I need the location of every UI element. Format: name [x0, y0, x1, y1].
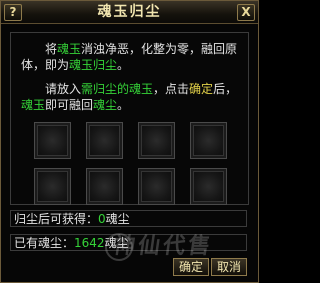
item-slot[interactable] — [34, 122, 71, 159]
close-button[interactable]: X — [237, 4, 255, 21]
desc-highlight: 确定 — [189, 82, 214, 96]
window-title: 魂玉归尘 — [97, 4, 162, 20]
item-slot[interactable] — [138, 168, 175, 205]
owned-label: 已有魂尘： — [14, 236, 75, 250]
cancel-button[interactable]: 取消 — [211, 258, 247, 276]
desc-highlight: 需归尘的魂玉 — [81, 82, 154, 96]
item-slot[interactable] — [34, 168, 71, 205]
obtain-value: 0 — [98, 212, 106, 226]
owned-value: 1642 — [74, 236, 105, 250]
item-slot[interactable] — [138, 122, 175, 159]
desc-text: 。 — [117, 98, 130, 112]
item-slot[interactable] — [190, 168, 227, 205]
desc-text: 请放入 — [45, 82, 82, 96]
title-bar: ? 魂玉归尘 X — [1, 1, 258, 24]
confirm-button[interactable]: 确定 — [173, 258, 209, 276]
obtain-row: 归尘后可获得：0魂尘 — [10, 210, 247, 227]
desc-highlight: 魂玉归尘 — [69, 58, 118, 72]
desc-highlight: 魂玉 — [57, 42, 82, 56]
item-slot[interactable] — [86, 168, 123, 205]
desc-text: 后， — [213, 82, 238, 96]
desc-text: 。 — [117, 58, 130, 72]
obtain-label: 归尘后可获得： — [14, 212, 99, 226]
description-paragraph-1: 将魂玉消浊净恶，化整为零，融回原体，即为魂玉归尘。 — [21, 41, 241, 73]
desc-text: ，点击 — [153, 82, 190, 96]
desc-text: 将 — [45, 42, 58, 56]
item-slot[interactable] — [190, 122, 227, 159]
description-paragraph-2: 请放入需归尘的魂玉，点击确定后， 魂玉即可融回魂尘。 — [21, 81, 241, 113]
desc-highlight: 魂尘 — [93, 98, 118, 112]
desc-text: 即可融回 — [45, 98, 94, 112]
item-slot[interactable] — [86, 122, 123, 159]
soul-jade-dust-window: ? 魂玉归尘 X 将魂玉消浊净恶，化整为零，融回原体，即为魂玉归尘。 请放入需归… — [0, 0, 259, 283]
main-panel: 将魂玉消浊净恶，化整为零，融回原体，即为魂玉归尘。 请放入需归尘的魂玉，点击确定… — [10, 32, 249, 205]
description: 将魂玉消浊净恶，化整为零，融回原体，即为魂玉归尘。 请放入需归尘的魂玉，点击确定… — [21, 41, 241, 121]
desc-highlight: 魂玉 — [21, 98, 46, 112]
obtain-unit: 魂尘 — [105, 212, 130, 226]
